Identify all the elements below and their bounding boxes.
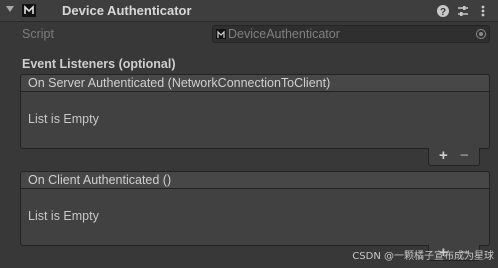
- script-file-icon: [216, 29, 226, 39]
- event-header: On Client Authenticated (): [20, 171, 490, 189]
- component-script-icon: [22, 4, 36, 17]
- script-value: DeviceAuthenticator: [228, 27, 340, 41]
- preset-icon[interactable]: [456, 4, 470, 18]
- event-client-authenticated: On Client Authenticated () List is Empty…: [20, 171, 490, 261]
- empty-list-label: List is Empty: [28, 112, 99, 126]
- event-list[interactable]: List is Empty: [20, 92, 490, 149]
- script-row: Script DeviceAuthenticator: [0, 24, 498, 44]
- empty-list-label: List is Empty: [28, 209, 99, 223]
- event-server-authenticated: On Server Authenticated (NetworkConnecti…: [20, 74, 490, 166]
- remove-button[interactable]: −: [460, 147, 469, 164]
- component-header[interactable]: Device Authenticator ?: [0, 0, 498, 22]
- svg-text:?: ?: [440, 7, 446, 18]
- event-list[interactable]: List is Empty: [20, 189, 490, 246]
- section-title: Event Listeners (optional): [22, 57, 176, 71]
- script-object-field[interactable]: DeviceAuthenticator: [212, 25, 490, 43]
- component-title: Device Authenticator: [62, 3, 192, 18]
- add-button[interactable]: +: [439, 147, 448, 164]
- list-buttons: + −: [428, 147, 480, 166]
- event-header: On Server Authenticated (NetworkConnecti…: [20, 74, 490, 92]
- foldout-arrow-icon[interactable]: [6, 6, 14, 12]
- help-icon[interactable]: ?: [436, 4, 450, 18]
- script-label: Script: [22, 27, 54, 41]
- object-picker-icon[interactable]: [476, 29, 486, 39]
- watermark: CSDN @一颗橘子宣布成为星球: [352, 251, 494, 262]
- more-options-icon[interactable]: [476, 4, 490, 18]
